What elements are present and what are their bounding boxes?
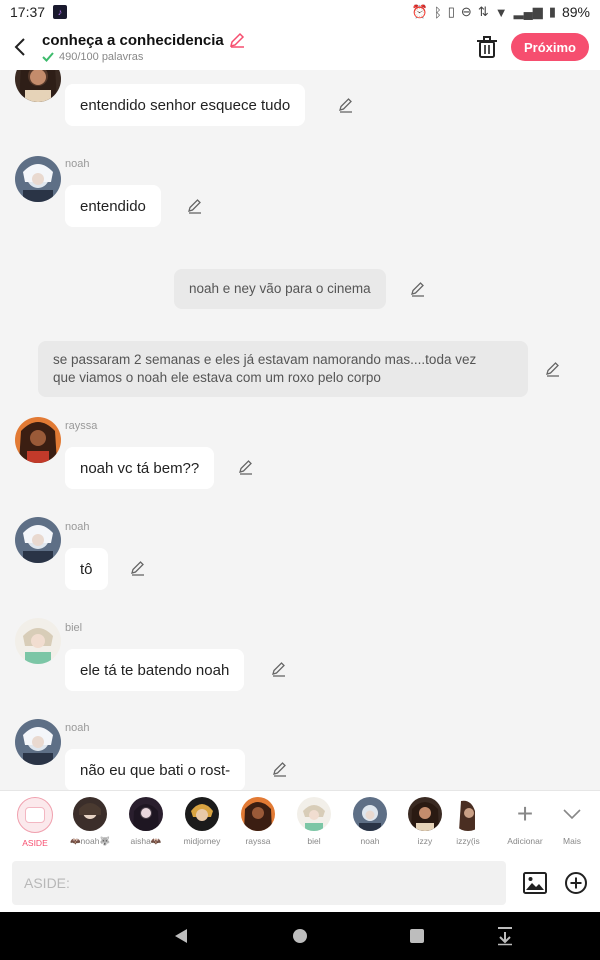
character-izzy[interactable]: izzy: [398, 797, 452, 846]
aside-icon: [17, 797, 53, 833]
speaker-name: rayssa: [65, 420, 98, 432]
add-character-label: Adicionar: [507, 836, 543, 846]
message-input[interactable]: [12, 861, 506, 905]
message-bubble[interactable]: entendido: [65, 185, 161, 227]
character-label: izzy(is: [456, 836, 480, 846]
character-midjorney[interactable]: midjorney: [175, 797, 229, 846]
data-icon: ⇅: [477, 4, 489, 19]
aside-bubble[interactable]: se passaram 2 semanas e eles já estavam …: [38, 341, 528, 397]
avatar: [408, 797, 442, 831]
character-biel[interactable]: biel: [287, 797, 341, 846]
edit-icon[interactable]: [129, 559, 147, 577]
chevron-down-icon: [555, 797, 589, 831]
story-title: conheça a conhecidencia: [42, 31, 224, 49]
dnd-icon: ⊖: [460, 4, 472, 19]
character-label: noah: [360, 836, 380, 846]
message-bubble[interactable]: ele tá te batendo noah: [65, 649, 245, 691]
avatar[interactable]: [15, 156, 61, 202]
app-notification-icon: ♪: [53, 5, 68, 19]
next-button[interactable]: Próximo: [511, 33, 589, 61]
character-label: biel: [307, 836, 321, 846]
status-icons: ⏰ ᛒ ▯ ⊖ ⇅ ▼ ▂▄▆ ▮ 89%: [412, 4, 590, 20]
add-circle-icon[interactable]: [564, 871, 588, 895]
character-rayssa[interactable]: rayssa: [231, 797, 285, 846]
aside-line: que viamos o noah ele estava com um roxo…: [53, 370, 381, 385]
trash-icon[interactable]: [474, 34, 500, 60]
character-label: 🦇noah🐺: [69, 836, 111, 846]
more-characters-button[interactable]: Mais: [545, 797, 599, 846]
story-header: conheça a conhecidencia 490/100 palavras…: [0, 24, 600, 70]
edit-icon[interactable]: [270, 660, 288, 678]
check-icon: [42, 52, 54, 62]
character-noah-bat[interactable]: 🦇noah🐺: [63, 797, 117, 847]
character-izzy-is[interactable]: izzy(is: [446, 797, 490, 846]
message-bubble[interactable]: noah vc tá bem??: [65, 447, 215, 489]
vibrate-icon: ▯: [447, 4, 455, 19]
character-label: aisha🦇: [130, 836, 162, 846]
avatar: [185, 797, 219, 831]
message-bubble[interactable]: entendido senhor esquece tudo: [65, 84, 306, 126]
avatar: [73, 797, 107, 831]
character-aside[interactable]: ASIDE: [8, 797, 62, 848]
avatar[interactable]: [15, 70, 61, 102]
system-nav-bar: [0, 912, 600, 960]
nav-back-icon[interactable]: [173, 928, 189, 944]
character-aisha[interactable]: aisha🦇: [119, 797, 173, 847]
character-selector: ASIDE 🦇noah🐺 aisha🦇 midjorney rayssa bie…: [0, 790, 600, 854]
edit-icon[interactable]: [544, 360, 562, 378]
nav-collapse-icon[interactable]: [497, 926, 513, 946]
speaker-name: noah: [65, 158, 90, 170]
aside-bubble[interactable]: noah e ney vão para o cinema: [174, 269, 386, 309]
character-label: izzy: [417, 836, 433, 846]
speaker-name: noah: [65, 521, 90, 533]
bluetooth-icon: ᛒ: [433, 4, 442, 20]
signal-icon: ▂▄▆: [513, 4, 543, 19]
chevron-left-icon: [14, 38, 25, 56]
avatar: [451, 797, 485, 831]
character-label: ASIDE: [22, 838, 48, 848]
input-bar: [0, 854, 600, 912]
status-bar: 17:37 ♪ ⏰ ᛒ ▯ ⊖ ⇅ ▼ ▂▄▆ ▮ 89%: [0, 0, 600, 24]
message-bubble[interactable]: tô: [65, 548, 108, 590]
character-label: midjorney: [183, 836, 221, 846]
edit-icon[interactable]: [186, 197, 204, 215]
battery-level: 89%: [561, 4, 590, 20]
edit-icon[interactable]: [337, 96, 355, 114]
message-bubble[interactable]: não eu que bati o rost-: [65, 749, 246, 790]
avatar[interactable]: [15, 417, 61, 463]
more-characters-label: Mais: [563, 836, 581, 846]
back-button[interactable]: [0, 24, 40, 70]
alarm-icon: ⏰: [411, 4, 428, 19]
character-label: rayssa: [245, 836, 271, 846]
word-count: 490/100 palavras: [59, 51, 144, 63]
plus-icon: +: [516, 798, 534, 829]
avatar: [353, 797, 387, 831]
image-icon[interactable]: [522, 871, 548, 895]
edit-icon[interactable]: [237, 458, 255, 476]
wifi-icon: ▼: [494, 4, 508, 20]
avatar[interactable]: [15, 618, 61, 664]
avatar[interactable]: [15, 719, 61, 765]
edit-icon[interactable]: [271, 760, 289, 778]
aside-line: se passaram 2 semanas e eles já estavam …: [53, 352, 477, 367]
character-noah[interactable]: noah: [343, 797, 397, 846]
nav-recents-icon[interactable]: [410, 929, 424, 943]
edit-icon[interactable]: [409, 280, 427, 298]
avatar: [129, 797, 163, 831]
speaker-name: noah: [65, 722, 90, 734]
battery-icon: ▮: [548, 4, 556, 19]
edit-title-icon[interactable]: [228, 31, 246, 49]
speaker-name: biel: [65, 622, 83, 634]
avatar: [241, 797, 275, 831]
avatar[interactable]: [15, 517, 61, 563]
add-character-button[interactable]: + Adicionar: [498, 797, 552, 846]
avatar: [297, 797, 331, 831]
status-time: 17:37: [10, 4, 46, 20]
nav-home-icon[interactable]: [293, 929, 307, 943]
chat-area[interactable]: entendido senhor esquece tudo noah enten…: [0, 70, 600, 790]
